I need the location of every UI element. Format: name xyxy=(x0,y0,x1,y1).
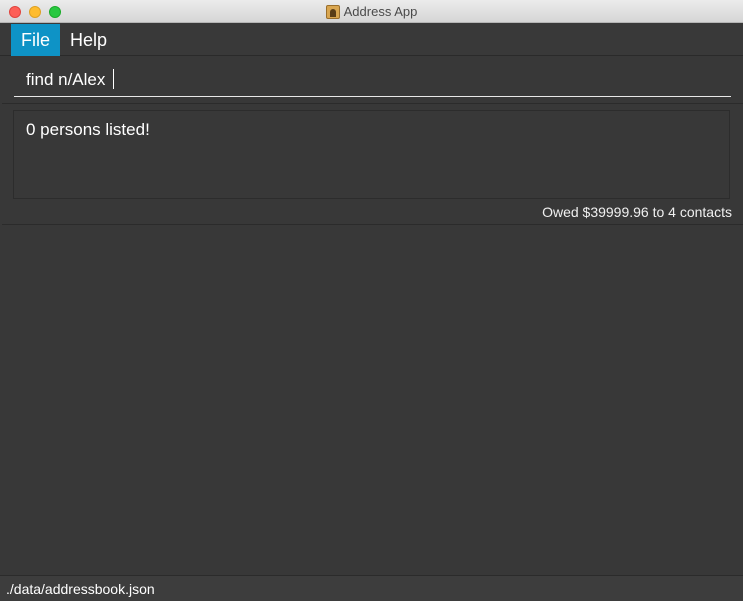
result-message: 0 persons listed! xyxy=(26,120,150,139)
app-window: Address App File Help 0 persons listed! … xyxy=(0,0,743,601)
address-book-icon xyxy=(325,4,340,19)
owed-summary: Owed $39999.96 to 4 contacts xyxy=(542,204,732,220)
save-location: ./data/addressbook.json xyxy=(6,581,155,597)
status-bar: ./data/addressbook.json xyxy=(0,575,743,601)
menu-help[interactable]: Help xyxy=(60,24,117,56)
menu-bar: File Help xyxy=(0,23,743,56)
person-list-panel[interactable] xyxy=(2,225,743,575)
window-title: Address App xyxy=(343,4,418,19)
divider xyxy=(2,103,743,104)
window-title-group: Address App xyxy=(0,0,743,23)
title-bar[interactable]: Address App xyxy=(0,0,743,23)
menu-file[interactable]: File xyxy=(11,24,60,56)
text-caret xyxy=(113,69,114,89)
result-display: 0 persons listed! xyxy=(13,110,730,199)
command-input[interactable] xyxy=(14,63,731,97)
